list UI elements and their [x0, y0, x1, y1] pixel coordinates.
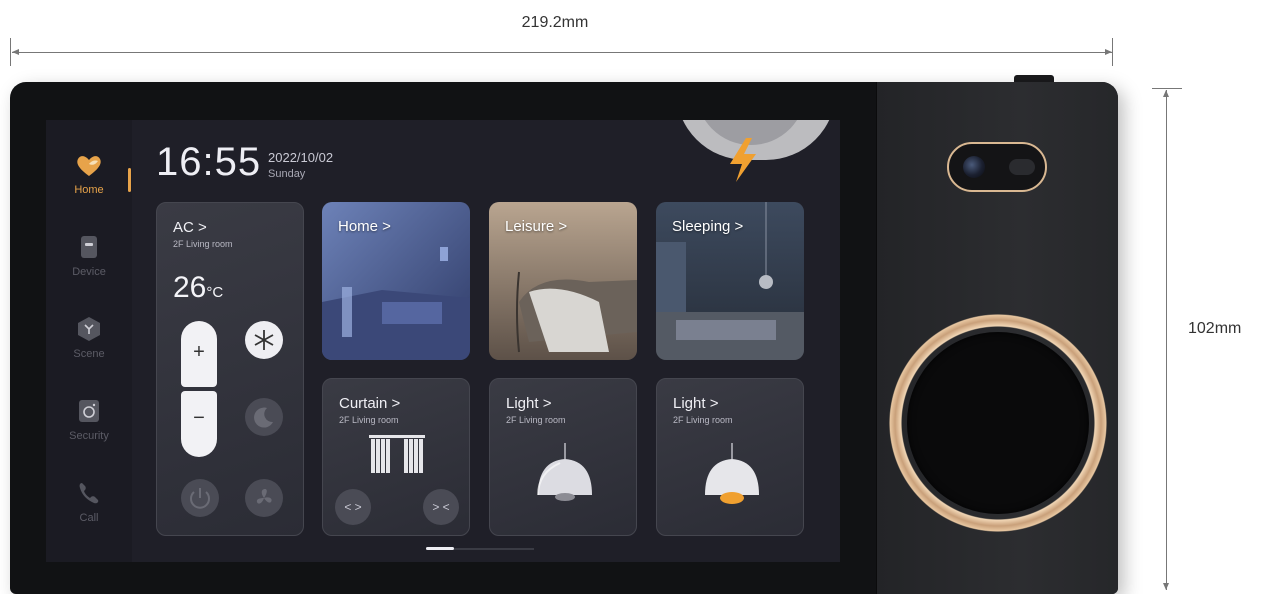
close-arrows-icon: > <	[432, 500, 450, 514]
camera-lens-icon	[963, 156, 985, 178]
sidebar-item-security[interactable]: Security	[46, 398, 132, 478]
sidebar-item-label: Device	[72, 266, 106, 278]
scene-label: Leisure >	[505, 218, 568, 235]
sidebar-item-label: Scene	[73, 348, 105, 360]
height-dimension-tick-top	[1152, 88, 1182, 89]
ac-temp-value: 26	[173, 271, 207, 304]
sidebar-item-label: Security	[69, 430, 109, 442]
sidebar: Home Device Scene Security Call	[46, 120, 132, 562]
light-title[interactable]: Light >	[506, 395, 551, 412]
ac-title[interactable]: AC >	[173, 219, 207, 236]
fan-button[interactable]	[245, 479, 283, 517]
scene-card-home[interactable]: Home >	[322, 202, 470, 360]
width-dimension-line	[12, 52, 1112, 53]
sidebar-item-call[interactable]: Call	[46, 480, 132, 560]
phone-icon	[79, 483, 99, 504]
scene-icon	[78, 317, 100, 341]
camera-icon	[79, 400, 99, 422]
height-dimension-label: 102mm	[1188, 320, 1242, 337]
sidebar-item-scene[interactable]: Scene	[46, 316, 132, 396]
width-dimension-tick-left	[10, 38, 11, 66]
light-room: 2F Living room	[673, 415, 733, 425]
curtain-card[interactable]: Curtain > 2F Living room < > > <	[322, 378, 470, 536]
weekday-label: Sunday	[268, 168, 306, 180]
open-arrows-icon: < >	[344, 500, 362, 514]
sleep-mode-button[interactable]	[245, 398, 283, 436]
fan-icon	[256, 489, 272, 504]
sidebar-item-label: Home	[74, 184, 104, 196]
minus-icon: −	[193, 407, 205, 429]
width-dimension-tick-right	[1112, 38, 1113, 66]
width-dimension-label: 219.2mm	[521, 14, 589, 31]
power-button[interactable]	[181, 479, 219, 517]
sensor-icon	[1009, 159, 1035, 175]
temp-down-button[interactable]: −	[181, 391, 217, 457]
lamp-off-icon	[537, 443, 592, 501]
cool-mode-button[interactable]	[245, 321, 283, 359]
width-arrow-left-icon	[12, 49, 19, 55]
width-arrow-right-icon	[1105, 49, 1112, 55]
page-indicator-active[interactable]	[426, 547, 454, 550]
camera-module	[947, 142, 1047, 192]
scene-label: Home >	[338, 218, 391, 235]
touch-screen: Home Device Scene Security Call 16:55 20…	[46, 120, 840, 562]
curtain-title[interactable]: Curtain >	[339, 395, 400, 412]
sidebar-item-home[interactable]: Home	[46, 152, 132, 232]
height-arrow-up-icon	[1163, 90, 1169, 97]
temp-up-button[interactable]: +	[181, 321, 217, 387]
light-card-on[interactable]: Light > 2F Living room	[656, 378, 804, 536]
sidebar-item-label: Call	[79, 512, 99, 524]
ac-card[interactable]: AC > 2F Living room 26°C + −	[156, 202, 304, 536]
snowflake-icon	[254, 330, 274, 350]
curtain-close-button[interactable]: > <	[423, 489, 459, 525]
date-label: 2022/10/02	[268, 150, 334, 165]
light-room: 2F Living room	[506, 415, 566, 425]
light-card-off[interactable]: Light > 2F Living room	[489, 378, 637, 536]
smart-panel-device: Home Device Scene Security Call 16:55 20…	[10, 82, 1118, 594]
light-title[interactable]: Light >	[673, 395, 718, 412]
power-icon	[190, 488, 210, 509]
scene-label: Sleeping >	[672, 218, 744, 235]
plus-icon: +	[193, 341, 205, 363]
ac-temp-unit: °C	[206, 284, 224, 301]
scene-card-leisure[interactable]: Leisure >	[489, 202, 637, 360]
height-dimension-line	[1166, 90, 1167, 590]
clock: 16:55	[156, 140, 262, 184]
curtain-room: 2F Living room	[339, 415, 399, 425]
curtain-open-button[interactable]: < >	[335, 489, 371, 525]
hardware-panel	[876, 82, 1118, 594]
device-icon	[81, 236, 97, 258]
height-arrow-down-icon	[1163, 583, 1169, 590]
ac-temperature: 26°C	[173, 271, 223, 305]
moon-icon	[254, 407, 273, 428]
rotary-knob[interactable]	[907, 332, 1089, 514]
sidebar-item-device[interactable]: Device	[46, 234, 132, 314]
ac-room: 2F Living room	[173, 239, 233, 249]
active-nav-indicator	[128, 168, 131, 192]
heart-icon	[77, 156, 101, 176]
lamp-on-icon	[705, 443, 759, 504]
lightning-icon	[730, 138, 756, 182]
scene-card-sleeping[interactable]: Sleeping >	[656, 202, 804, 360]
curtain-icon	[369, 435, 425, 473]
